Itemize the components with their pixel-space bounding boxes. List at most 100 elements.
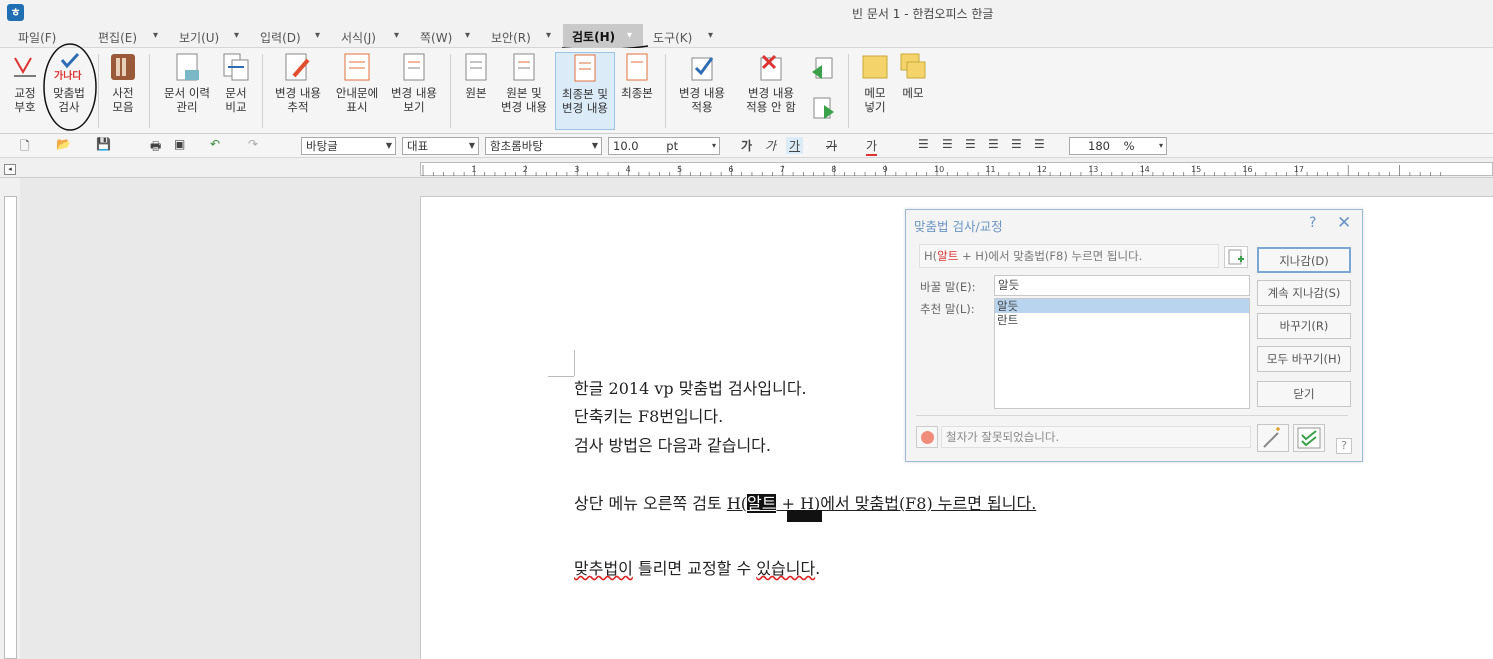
align-justify-icon[interactable]: ☰: [918, 137, 929, 151]
close-icon[interactable]: ✕: [1337, 213, 1351, 233]
underline-button[interactable]: 가: [786, 137, 804, 154]
proof-mark-button[interactable]: 교정 부호: [6, 52, 44, 114]
final-icon: [623, 52, 651, 82]
view-changes-button[interactable]: 변경 내용 보기: [386, 52, 442, 114]
skip-button[interactable]: 지나감(D): [1257, 247, 1351, 273]
balloon-show-button[interactable]: 안내문에 표시: [330, 52, 384, 114]
language-select[interactable]: 대표 ▼: [402, 137, 479, 155]
help-icon[interactable]: ?: [1336, 438, 1352, 454]
status-indicator-icon: [916, 426, 938, 448]
skip-all-button[interactable]: 계속 지나감(S): [1257, 280, 1351, 306]
apply-change-icon: [688, 52, 716, 82]
suggestion-item[interactable]: 란트: [995, 313, 1249, 327]
undo-icon[interactable]: ↶: [210, 137, 220, 151]
track-changes-button[interactable]: 변경 내용 추적: [270, 52, 326, 114]
horizontal-ruler[interactable]: 1 2 3 4 5 6 7 8 9 10 11 12 13 14 15 16 17: [420, 162, 1493, 176]
auto-correct-icon[interactable]: [1257, 424, 1289, 452]
preview-icon[interactable]: ▣: [174, 137, 185, 151]
align-split-icon[interactable]: ☰: [1034, 137, 1045, 151]
font-select[interactable]: 함초롬바탕 ▼: [485, 137, 602, 155]
menu-security[interactable]: 보안(R): [491, 29, 531, 46]
menu-review[interactable]: 검토(H): [572, 28, 615, 45]
chevron-down-icon[interactable]: ▾: [234, 30, 239, 41]
ruler-tick-label: 1: [471, 165, 476, 174]
chevron-down-icon[interactable]: ▾: [153, 30, 158, 41]
italic-button[interactable]: 가: [765, 137, 776, 154]
chevron-down-icon[interactable]: ▾: [394, 30, 399, 41]
close-button[interactable]: 닫기: [1257, 381, 1351, 407]
font-size-input[interactable]: 10.0 pt ▾: [608, 137, 720, 155]
reject-change-icon: [757, 52, 785, 82]
add-to-dictionary-icon[interactable]: [1224, 246, 1248, 268]
dialog-divider: [916, 415, 1348, 416]
strike-button[interactable]: 가: [826, 137, 837, 154]
doc-line-3[interactable]: 검사 방법은 다음과 같습니다.: [574, 432, 771, 456]
align-right-icon[interactable]: ☰: [988, 137, 999, 151]
tab-type-icon[interactable]: ◂: [4, 164, 16, 175]
menu-view[interactable]: 보기(U): [179, 29, 219, 46]
chevron-down-icon[interactable]: ▾: [627, 30, 632, 41]
menu-tools[interactable]: 도구(K): [653, 29, 692, 46]
suggestion-item[interactable]: 알듯: [995, 299, 1249, 313]
misspelled-word: 알트: [747, 494, 777, 513]
ruler-tick-label: 7: [780, 165, 785, 174]
apply-change-button[interactable]: 변경 내용 적용: [672, 52, 732, 114]
font-color-button[interactable]: 가: [866, 137, 878, 156]
replace-input[interactable]: 알듯: [994, 275, 1250, 296]
dictionary-icon: [109, 52, 137, 82]
reject-change-button[interactable]: 변경 내용 적용 안 함: [738, 52, 804, 114]
chevron-down-icon[interactable]: ▾: [315, 30, 320, 41]
ruler-tick-label: 17: [1294, 165, 1304, 174]
chevron-down-icon[interactable]: ▾: [546, 30, 551, 41]
chevron-down-icon[interactable]: ▾: [465, 30, 470, 41]
ruler-tick-label: 14: [1140, 165, 1150, 174]
doc-compare-button[interactable]: 문서 비교: [218, 52, 254, 114]
open-folder-icon[interactable]: 📂: [56, 137, 71, 151]
suggestion-list[interactable]: 알듯 란트: [994, 298, 1250, 409]
doc-history-icon: [173, 52, 201, 82]
suggest-label: 추천 말(L):: [920, 302, 975, 316]
menu-insert[interactable]: 입력(D): [260, 29, 301, 46]
doc-history-button[interactable]: 문서 이력 관리: [158, 52, 216, 114]
original-and-changes-button[interactable]: 원본 및 변경 내용: [496, 52, 552, 114]
next-change-icon[interactable]: [810, 96, 836, 122]
new-doc-icon[interactable]: 🗋: [20, 137, 30, 158]
vertical-ruler[interactable]: [4, 196, 17, 659]
menu-page[interactable]: 쪽(W): [420, 29, 452, 46]
menu-edit[interactable]: 편집(E): [98, 29, 137, 46]
bold-button[interactable]: 가: [741, 137, 752, 154]
menu-format[interactable]: 서식(J): [341, 29, 376, 46]
align-left-icon[interactable]: ☰: [942, 137, 953, 151]
change-button[interactable]: 바꾸기(R): [1257, 313, 1351, 339]
final-button[interactable]: 최종본: [617, 52, 657, 100]
doc-line-1[interactable]: 한글 2014 vp 맞춤법 검사입니다.: [574, 375, 807, 399]
redo-icon[interactable]: ↷: [248, 137, 258, 151]
prev-change-icon[interactable]: [810, 56, 836, 82]
ruler-tick-label: 15: [1191, 165, 1201, 174]
memo-insert-icon: [861, 52, 889, 82]
dictionary-button[interactable]: 사전 모음: [104, 52, 142, 114]
align-distribute-icon[interactable]: ☰: [1011, 137, 1022, 151]
change-all-button[interactable]: 모두 바꾸기(H): [1257, 346, 1351, 372]
insert-memo-button[interactable]: 메모 넣기: [856, 52, 894, 114]
original-button[interactable]: 원본: [458, 52, 494, 100]
style-select[interactable]: 바탕글 ▼: [301, 137, 396, 155]
align-center-icon[interactable]: ☰: [965, 137, 976, 151]
ribbon-separator: [98, 54, 99, 128]
doc-line-2[interactable]: 단축키는 F8번입니다.: [574, 403, 723, 427]
chevron-down-icon[interactable]: ▾: [708, 30, 713, 41]
print-icon[interactable]: 🖶: [150, 137, 161, 158]
zoom-input[interactable]: 180 % ▾: [1069, 137, 1167, 155]
memo-button[interactable]: 메모: [896, 52, 930, 100]
doc-line-5[interactable]: 맞추법이 틀리면 교정할 수 있습니다.: [574, 555, 820, 579]
app-icon[interactable]: ㅎ: [7, 4, 24, 21]
save-icon[interactable]: 💾: [96, 137, 111, 151]
selection-cursor: [787, 510, 822, 522]
doc-compare-icon: [222, 52, 250, 82]
ruler-tick-label: 11: [985, 165, 995, 174]
ruler-tick-label: 16: [1242, 165, 1252, 174]
check-options-icon[interactable]: [1293, 424, 1325, 452]
original-icon: [462, 52, 490, 82]
final-and-changes-button[interactable]: 최종본 및 변경 내용: [555, 52, 615, 130]
help-icon[interactable]: ?: [1309, 215, 1316, 231]
